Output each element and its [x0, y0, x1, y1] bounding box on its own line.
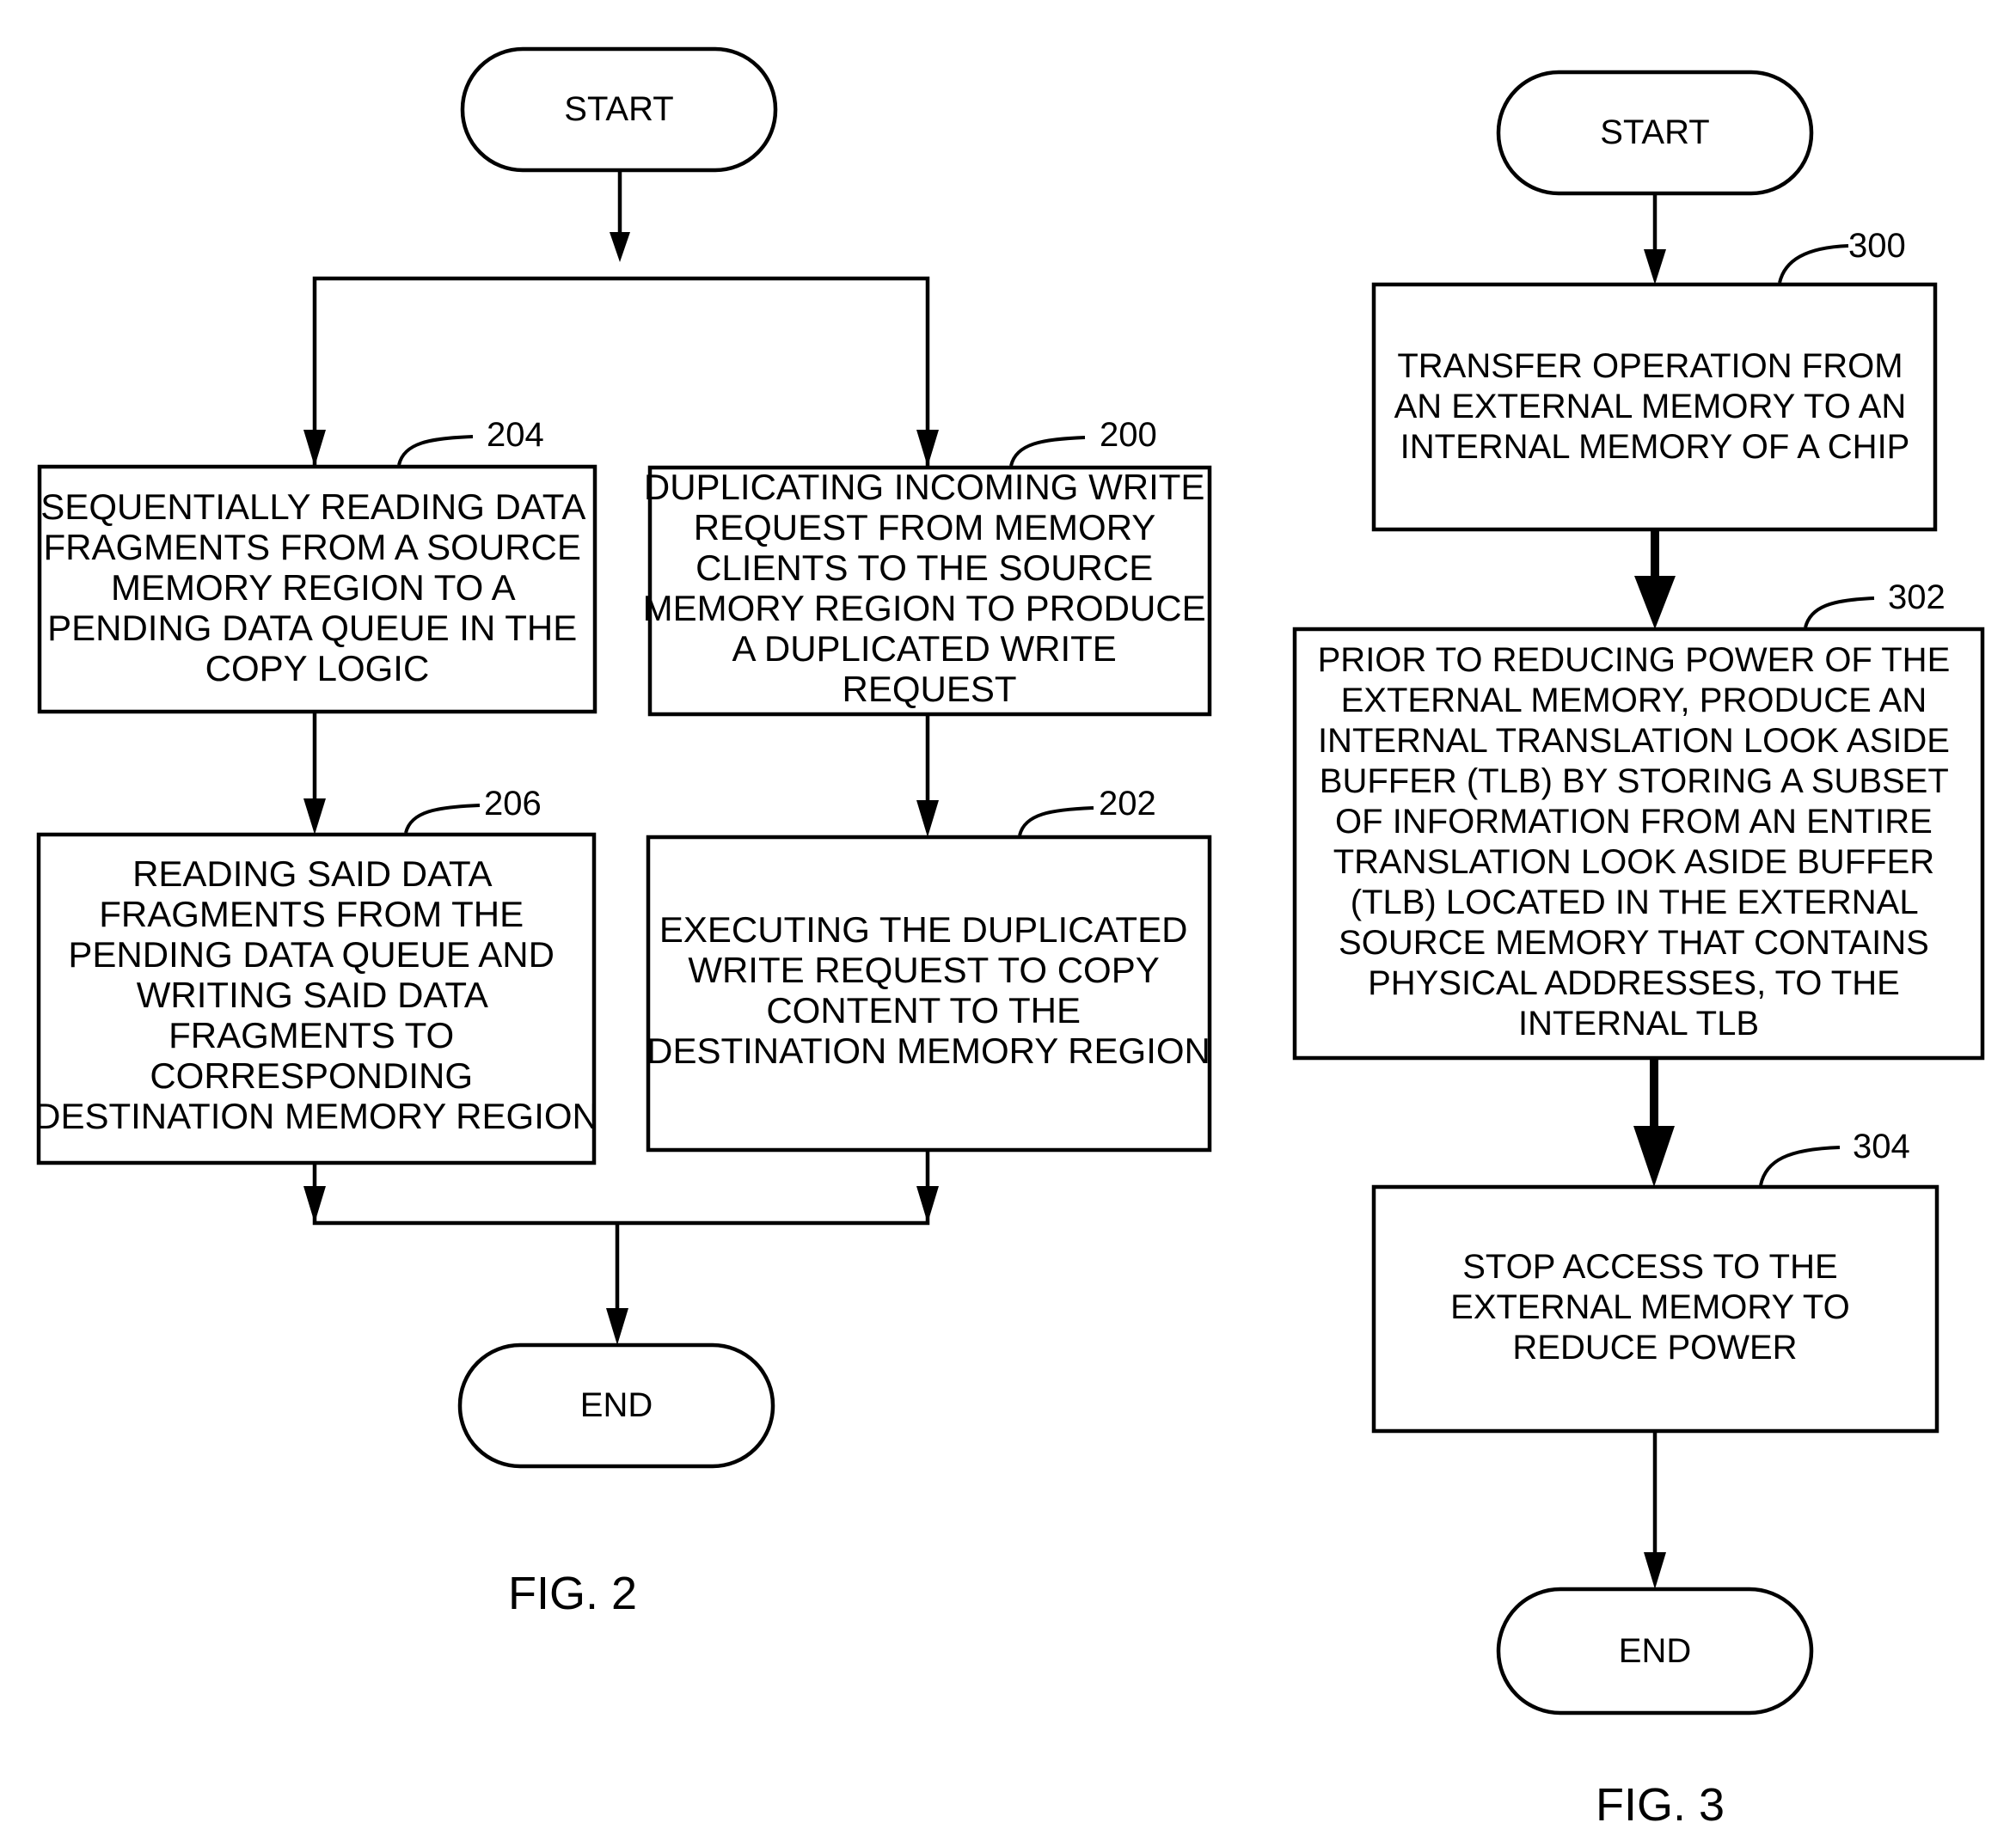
patent-figures: START 204 SEQUENTIALLY READING DATA FRAG… — [34, 46, 1985, 1831]
arrowhead-icon — [916, 800, 939, 837]
ref-leader-line — [397, 435, 474, 466]
fig2-end-terminal: END — [457, 1342, 775, 1469]
fig3-step-302: 302 PRIOR TO REDUCING POWER OF THE EXTER… — [1292, 578, 1985, 1061]
arrowhead-icon — [606, 1308, 628, 1345]
fig2-step-206: 206 READING SAID DATA FRAGMENTS FROM THE… — [34, 785, 598, 1165]
arrowhead-icon — [916, 1186, 939, 1223]
fig2-step-202: 202 EXECUTING THE DUPLICATED WRITE REQUE… — [646, 785, 1212, 1153]
fig3-start-label: START — [1600, 113, 1709, 151]
fig3-start-terminal: START — [1496, 70, 1814, 196]
ref-number: 302 — [1888, 578, 1946, 616]
fig2-step-204: 204 SEQUENTIALLY READING DATA FRAGMENTS … — [37, 416, 597, 714]
ref-number: 206 — [484, 785, 542, 823]
fig2-split-connector — [312, 276, 930, 467]
fig2-caption: FIG. 2 — [508, 1568, 637, 1619]
arrowhead-icon — [303, 1186, 326, 1223]
arrowhead-icon — [1633, 1126, 1675, 1187]
ref-leader-line — [404, 804, 481, 834]
arrowhead-icon — [1644, 1552, 1666, 1589]
ref-number: 202 — [1099, 785, 1156, 823]
arrowhead-icon — [1644, 249, 1666, 284]
step-text: TRANSFER OPERATION FROM AN EXTERNAL MEMO… — [1394, 347, 1916, 466]
arrowhead-icon — [1634, 576, 1676, 629]
ref-number: 304 — [1853, 1128, 1910, 1165]
ref-number: 200 — [1100, 416, 1157, 454]
fig2-end-label: END — [580, 1386, 653, 1424]
arrowhead-icon — [303, 798, 326, 835]
fig2-start-terminal: START — [460, 46, 778, 173]
ref-number: 204 — [487, 416, 544, 454]
ref-leader-line — [1759, 1146, 1841, 1186]
fig3-end-terminal: END — [1496, 1587, 1814, 1716]
arrowhead-icon — [610, 232, 630, 262]
arrowhead-icon — [916, 430, 939, 467]
fig2-flowchart: START 204 SEQUENTIALLY READING DATA FRAG… — [34, 46, 1212, 1619]
arrowhead-icon — [303, 430, 326, 467]
ref-leader-line — [1018, 806, 1094, 836]
ref-leader-line — [1804, 596, 1875, 628]
fig3-caption: FIG. 3 — [1596, 1779, 1725, 1831]
ref-number: 300 — [1848, 227, 1906, 265]
fig3-flowchart: START 300 TRANSFER OPERATION FROM AN EXT… — [1292, 70, 1985, 1831]
ref-leader-line — [1009, 436, 1086, 467]
fig2-start-label: START — [564, 90, 673, 128]
ref-leader-line — [1778, 244, 1849, 284]
fig3-end-label: END — [1619, 1632, 1691, 1670]
